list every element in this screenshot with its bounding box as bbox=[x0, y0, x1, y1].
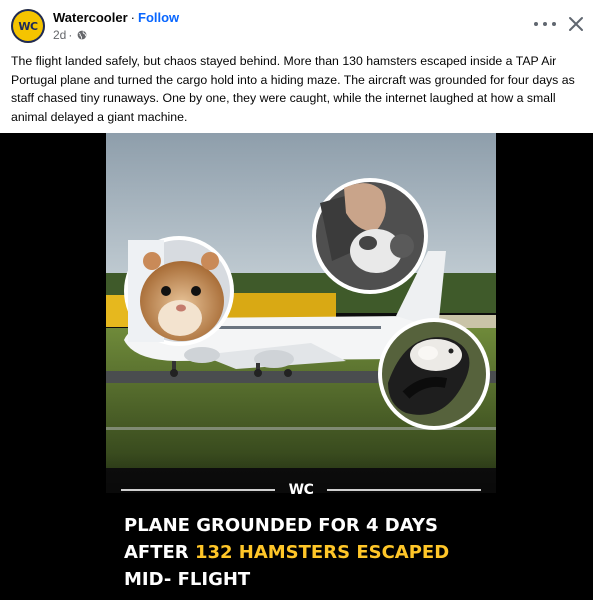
divider-line-right bbox=[327, 489, 481, 491]
watercooler-logo: WC bbox=[288, 482, 314, 498]
name-row: Watercooler · Follow bbox=[53, 10, 179, 26]
globe-icon[interactable] bbox=[77, 30, 87, 40]
more-options-icon[interactable] bbox=[534, 14, 556, 34]
follow-button[interactable]: Follow bbox=[138, 10, 179, 25]
media-headline: PLANE GROUNDED FOR 4 DAYS AFTER 132 HAMS… bbox=[124, 512, 494, 593]
meta-separator: · bbox=[68, 28, 73, 42]
close-icon[interactable] bbox=[566, 14, 586, 34]
post-meta: 2d · bbox=[53, 28, 87, 42]
headline-line-2-prefix: AFTER bbox=[124, 542, 195, 563]
headline-highlight: 132 HAMSTERS ESCAPED bbox=[194, 542, 450, 563]
headline-line-1: PLANE GROUNDED FOR 4 DAYS bbox=[124, 515, 438, 536]
divider-line-left bbox=[121, 489, 275, 491]
headline-line-2: AFTER 132 HAMSTERS ESCAPED bbox=[124, 539, 494, 566]
facebook-post: WC Watercooler · Follow 2d · The flight la… bbox=[0, 0, 593, 600]
page-avatar[interactable]: WC bbox=[11, 9, 45, 43]
post-media[interactable]: WC PLANE GROUNDED FOR 4 DAYS AFTER 132 H… bbox=[0, 133, 593, 600]
post-header: WC Watercooler · Follow 2d · bbox=[0, 0, 593, 48]
headline-line-3: MID- FLIGHT bbox=[124, 569, 251, 590]
avatar-logo-text: WC bbox=[18, 19, 38, 33]
post-timestamp[interactable]: 2d bbox=[53, 28, 66, 42]
page-name-link[interactable]: Watercooler bbox=[53, 10, 128, 25]
name-separator: · bbox=[130, 10, 135, 25]
brand-divider: WC bbox=[121, 480, 481, 500]
post-caption: The flight landed safely, but chaos stay… bbox=[11, 54, 575, 124]
